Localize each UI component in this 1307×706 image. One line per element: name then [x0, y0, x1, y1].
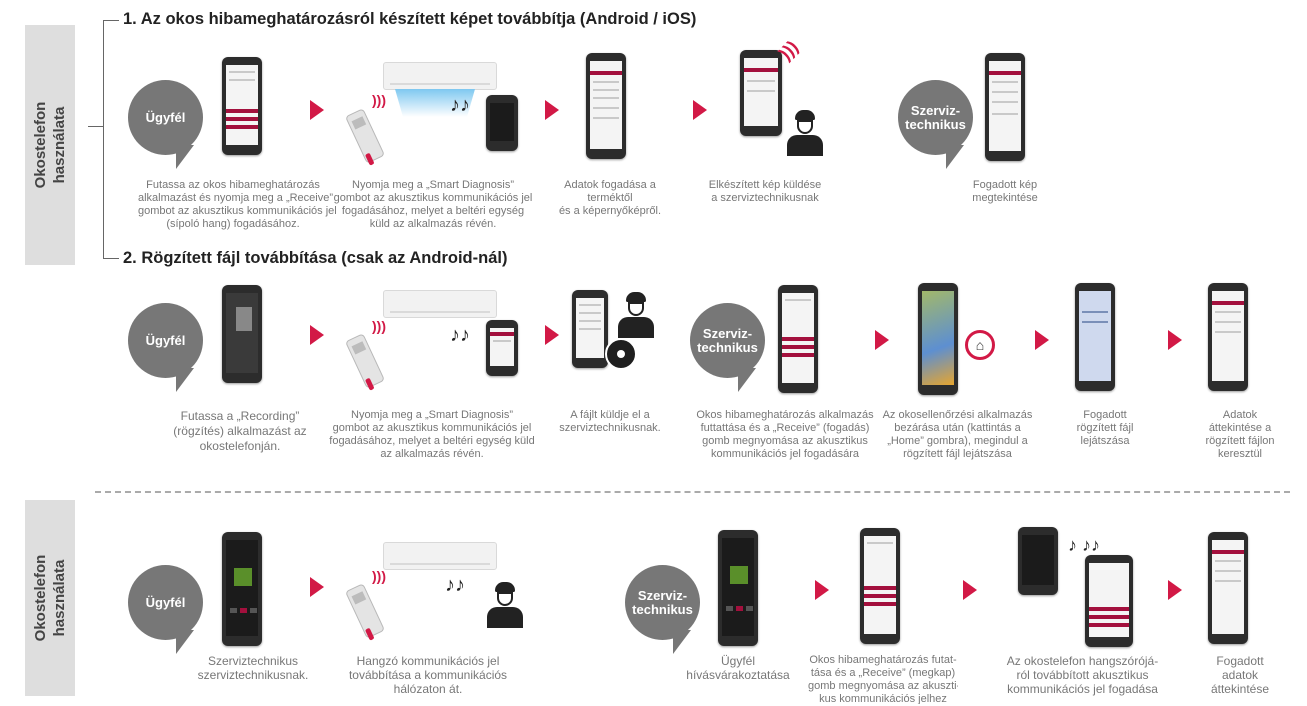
flow-arrow: [815, 580, 829, 600]
smartphone-speaker-image: [1018, 527, 1058, 595]
flow-arrow: [963, 580, 977, 600]
section-divider: [95, 491, 1290, 493]
flow-arrow: [693, 100, 707, 120]
bracket-tick-bottom: [103, 258, 119, 259]
smartphone-send-image: [740, 50, 782, 136]
music-note-icon: ♪♪: [445, 574, 465, 596]
side-label-top: Okostelefon használata: [32, 101, 68, 189]
step-caption: Fogadott adatok áttekintése: [1210, 654, 1270, 696]
home-button-icon: ⌂: [965, 330, 995, 360]
technician-bubble-label: Szerviz- technikus: [632, 587, 693, 617]
flow-arrow: [310, 577, 324, 597]
step-caption: Hangzó kommunikációs jel továbbítása a k…: [348, 654, 508, 696]
smartphone-call-image: [718, 530, 758, 646]
bracket-tick-top: [103, 20, 119, 21]
step-caption: Adatok fogadása a terméktől és a képerny…: [558, 179, 662, 217]
flow-arrow: [875, 330, 889, 350]
smartphone-recording-image: [222, 285, 262, 383]
smartphone-receive-image: [1085, 555, 1133, 647]
flow-arrow: [1168, 330, 1182, 350]
signal-icon: ))): [372, 568, 386, 584]
music-note-icon: ♪♪: [450, 324, 470, 346]
side-tab-bottom: Okostelefon használata: [25, 500, 75, 696]
smartphone-playback-image: [1075, 283, 1115, 391]
flow-arrow: [310, 100, 324, 120]
smartphone-image: [486, 320, 518, 376]
technician-bubble: Szerviz- technikus: [625, 565, 700, 654]
step-caption: Fogadott rögzített fájl lejátszása: [1076, 409, 1134, 447]
signal-icon: ))): [372, 92, 386, 108]
technician-bubble: Szerviz- technikus: [898, 80, 973, 169]
technician-icon: [618, 292, 654, 338]
section-bracket: [103, 20, 104, 258]
step-caption: Szerviztechnikus szerviztechnikusnak.: [197, 654, 309, 682]
customer-bubble: Ügyfél: [128, 303, 203, 392]
bracket-connector: [88, 126, 103, 127]
step-caption: Adatok áttekintése a rögzített fájlon ke…: [1205, 409, 1275, 460]
smartphone-file-image: [572, 290, 608, 368]
technician-bubble: Szerviz- technikus: [690, 303, 765, 392]
step-caption: Futassa az okos hibameghatározás alkalma…: [138, 179, 337, 230]
step-caption: Az okostelefon hangszórójá- ról továbbít…: [1006, 654, 1159, 696]
customer-bubble: Ügyfél: [128, 80, 203, 169]
signal-icon: ))): [372, 318, 386, 334]
smartphone-data-image: [586, 53, 626, 159]
smartphone-call-image: [222, 532, 262, 646]
remote-control-image: [344, 333, 386, 389]
step-caption: Okos hibameghatározás futat- tása és a „…: [808, 654, 958, 704]
air-conditioner-image: [383, 290, 497, 318]
step-caption: Okos hibameghatározás alkalmazás futtatt…: [696, 409, 874, 460]
air-conditioner-image: [383, 62, 497, 90]
technician-bubble-label: Szerviz- technikus: [697, 325, 758, 355]
technician-icon: [487, 582, 523, 628]
smartphone-received-image: [985, 53, 1025, 161]
customer-bubble-label: Ügyfél: [145, 594, 186, 610]
step-caption: Elkészített kép küldése a szerviztechnik…: [708, 179, 822, 204]
step-caption: Nyomja meg a „Smart Diagnosis” gombot az…: [329, 409, 535, 460]
flow-arrow: [1168, 580, 1182, 600]
step-caption: A fájlt küldje el a szerviztechnikusnak.: [559, 409, 661, 434]
side-tab-top: Okostelefon használata: [25, 25, 75, 265]
step-caption: Ügyfél hívásvárakoztatása: [686, 654, 790, 682]
smartphone-data-image: [1208, 532, 1248, 644]
smartphone-home-image: [918, 283, 958, 395]
technician-icon: [787, 110, 823, 156]
section2-title: 2. Rögzített fájl továbbítása (csak az A…: [123, 249, 508, 267]
customer-bubble-label: Ügyfél: [145, 109, 186, 125]
smartphone-data-image: [1208, 283, 1248, 391]
air-conditioner-image: [383, 542, 497, 570]
step-caption: Az okosellenőrzési alkalmazás bezárása u…: [882, 409, 1033, 460]
music-note-icon: ♪ ♪♪: [1068, 535, 1101, 555]
side-label-bottom: Okostelefon használata: [32, 554, 68, 642]
flow-arrow: [310, 325, 324, 345]
section1-title: 1. Az okos hibameghatározásról készített…: [123, 10, 697, 28]
step-caption: Nyomja meg a „Smart Diagnosis” gombot az…: [333, 179, 533, 230]
flow-arrow: [1035, 330, 1049, 350]
step-caption: Futassa a „Recording” (rögzítés) alkalma…: [173, 409, 307, 453]
smartphone-receive-image: [860, 528, 900, 644]
smartphone-app-image: [222, 57, 262, 155]
remote-control-image: [344, 108, 386, 164]
flow-arrow: [545, 100, 559, 120]
technician-bubble-label: Szerviz- technikus: [905, 102, 966, 132]
customer-bubble: Ügyfél: [128, 565, 203, 654]
customer-bubble-label: Ügyfél: [145, 332, 186, 348]
flow-arrow: [545, 325, 559, 345]
music-disc-icon: [605, 338, 637, 370]
remote-control-image: [344, 583, 386, 639]
step-caption: Fogadott kép megtekintése: [972, 179, 1038, 204]
music-note-icon: ♪♪: [450, 94, 470, 116]
smartphone-receive-image: [778, 285, 818, 393]
smartphone-image: [486, 95, 518, 151]
